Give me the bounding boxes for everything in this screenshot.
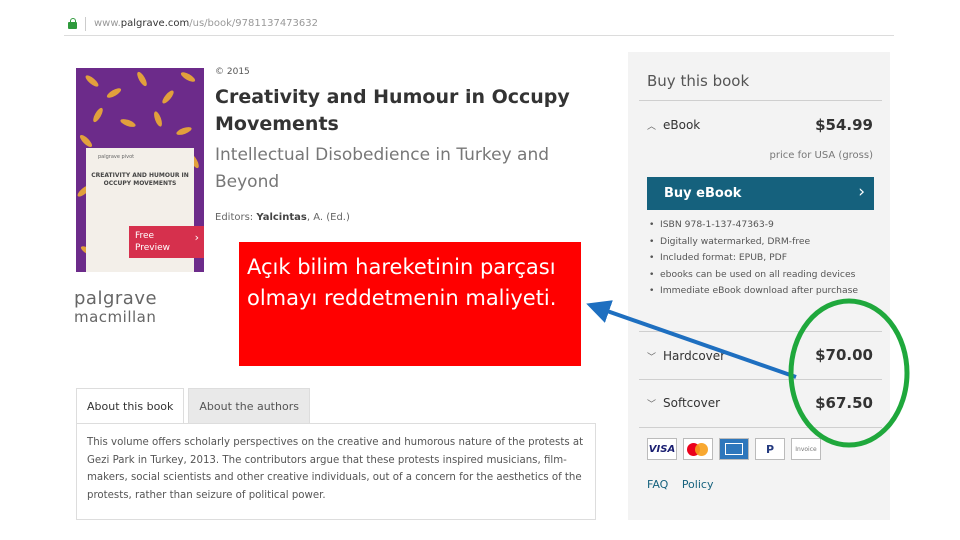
buy-panel: Buy this book ︿ eBook $54.99 price for U… — [628, 52, 890, 520]
invoice-icon: Invoice — [791, 438, 821, 460]
tab-about-authors[interactable]: About the authors — [188, 388, 310, 423]
buy-ebook-label: Buy eBook — [664, 186, 742, 201]
overlay-annotation: Açık bilim hareketinin parçası olmayı re… — [239, 242, 581, 366]
address-separator — [85, 16, 86, 31]
tab-about-book[interactable]: About this book — [76, 388, 185, 423]
feature-item: Included format: EPUB, PDF — [647, 250, 879, 267]
mastercard-icon — [683, 438, 713, 460]
chevron-right-icon: › — [858, 182, 865, 202]
editors: Editors: Yalcintas, A. (Ed.) — [215, 212, 350, 223]
payment-methods: VISA P Invoice — [647, 438, 827, 460]
editor-name[interactable]: Yalcintas — [256, 212, 306, 223]
buy-ebook-button[interactable]: Buy eBook › — [647, 177, 874, 210]
policy-link[interactable]: Policy — [682, 478, 714, 491]
divider — [639, 331, 882, 332]
divider — [639, 379, 882, 380]
amex-icon — [719, 438, 749, 460]
divider — [639, 427, 882, 428]
url-prefix: www. — [94, 18, 121, 29]
editors-label: Editors: — [215, 212, 254, 223]
faq-link[interactable]: FAQ — [647, 478, 668, 491]
chevron-up-icon: ︿ — [647, 121, 657, 132]
softcover-price: $67.50 — [815, 394, 873, 412]
feature-item: Digitally watermarked, DRM-free — [647, 234, 879, 251]
lock-icon — [68, 18, 77, 29]
address-bar[interactable]: www. palgrave.com /us/book/9781137473632 — [64, 12, 894, 36]
about-text: This volume offers scholarly perspective… — [76, 423, 596, 520]
ebook-features: ISBN 978-1-137-47363-9 Digitally waterma… — [647, 217, 879, 300]
chevron-right-icon: › — [194, 231, 199, 244]
url-path: /us/book/9781137473632 — [189, 18, 318, 29]
buy-heading: Buy this book — [647, 72, 750, 90]
feature-item: Immediate eBook download after purchase — [647, 283, 879, 300]
editor-suffix: , A. (Ed.) — [306, 212, 350, 223]
url-host: palgrave.com — [120, 18, 190, 29]
chevron-down-icon: ﹀ — [647, 352, 657, 363]
hardcover-toggle[interactable]: ﹀ Hardcover — [647, 349, 725, 363]
copyright-year: © 2015 — [215, 67, 250, 77]
price-note: price for USA (gross) — [769, 150, 873, 161]
ebook-label: eBook — [663, 118, 701, 132]
publisher-logo-line2: macmillan — [74, 308, 157, 326]
help-links: FAQ Policy — [647, 478, 723, 491]
book-tabs: About this book About the authors — [76, 388, 314, 423]
visa-icon: VISA — [647, 438, 677, 460]
softcover-toggle[interactable]: ﹀ Softcover — [647, 396, 720, 410]
hardcover-price: $70.00 — [815, 346, 873, 364]
cover-series: palgrave pivot — [98, 154, 135, 160]
chevron-down-icon: ﹀ — [647, 399, 657, 410]
hardcover-label: Hardcover — [663, 349, 726, 363]
feature-item: ebooks can be used on all reading device… — [647, 267, 879, 284]
paypal-icon: P — [755, 438, 785, 460]
book-subtitle: Intellectual Disobedience in Turkey and … — [215, 145, 550, 192]
feature-item: ISBN 978-1-137-47363-9 — [647, 217, 879, 234]
publisher-logo[interactable]: palgrave macmillan — [74, 289, 157, 327]
free-preview-button[interactable]: Free Preview › — [129, 226, 204, 258]
ebook-toggle[interactable]: ︿ eBook — [647, 118, 700, 132]
publisher-logo-line1: palgrave — [74, 288, 158, 309]
cover-title: CREATIVITY AND HUMOUR IN OCCUPY MOVEMENT… — [91, 172, 189, 187]
book-title: Creativity and Humour in Occupy Movement… — [215, 86, 570, 135]
softcover-label: Softcover — [663, 396, 721, 410]
ebook-price: $54.99 — [815, 116, 873, 134]
divider — [639, 100, 882, 101]
